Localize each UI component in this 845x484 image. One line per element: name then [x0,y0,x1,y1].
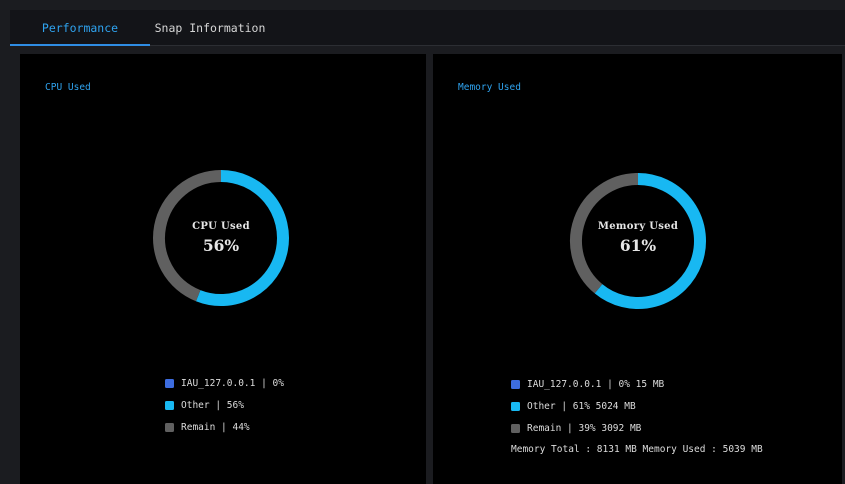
legend-item: IAU_127.0.0.1 | 0% 15 MB [511,373,763,395]
legend-swatch-remain [511,423,520,433]
legend-label: IAU_127.0.0.1 | 0% 15 MB [527,378,665,390]
tab-snap-information[interactable]: Snap Information [150,10,270,45]
cpu-ring-value: 56% [202,236,240,255]
legend-label: Other | 61% 5024 MB [527,400,636,412]
legend-item: Other | 56% [165,394,284,416]
memory-ring-label: Memory Used [597,221,679,232]
performance-window: Performance Snap Information CPU Used CP… [0,0,845,484]
legend-swatch-iau [165,378,174,388]
legend-swatch-iau [511,379,520,389]
legend-item: Other | 61% 5024 MB [511,395,763,417]
memory-summary: Memory Total : 8131 MB Memory Used : 503… [511,443,763,455]
memory-panel: Memory Used Memory Used 61% IAU_127.0.0.… [433,54,842,484]
legend-swatch-other [165,400,174,410]
legend-label: Other | 56% [181,399,244,411]
memory-ring-center: Memory Used 61% [595,221,681,255]
legend-label: Remain | 39% 3092 MB [527,422,642,434]
legend-item: Remain | 44% [165,416,284,438]
memory-legend: IAU_127.0.0.1 | 0% 15 MB Other | 61% 502… [511,373,763,459]
tab-performance[interactable]: Performance [10,10,150,46]
legend-swatch-other [511,401,520,411]
cpu-ring-label: CPU Used [192,221,250,232]
legend-swatch-remain [165,422,174,432]
legend-item: Remain | 39% 3092 MB [511,417,763,439]
memory-panel-title: Memory Used [458,82,521,93]
tab-bar: Performance Snap Information [10,10,845,46]
legend-label: IAU_127.0.0.1 | 0% [181,377,284,389]
cpu-ring-center: CPU Used 56% [171,221,271,255]
cpu-legend: IAU_127.0.0.1 | 0% Other | 56% Remain | … [165,372,284,438]
legend-item: IAU_127.0.0.1 | 0% [165,372,284,394]
legend-label: Remain | 44% [181,421,250,433]
cpu-panel: CPU Used CPU Used 56% IAU_127.0.0.1 | 0%… [20,54,426,484]
cpu-panel-title: CPU Used [45,82,91,93]
memory-ring-value: 61% [619,236,657,255]
